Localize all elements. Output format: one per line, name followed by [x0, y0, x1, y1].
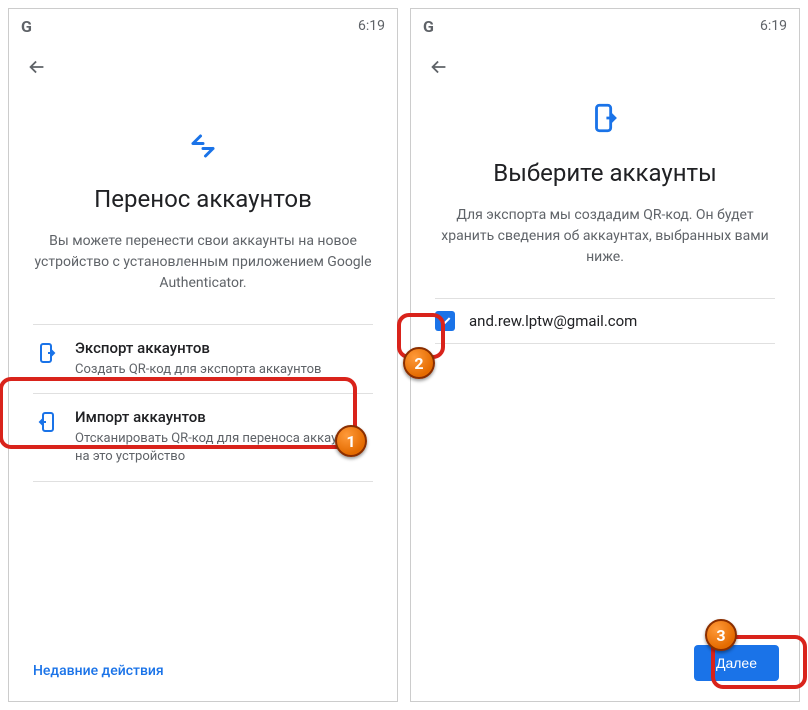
google-logo: G: [423, 17, 434, 36]
recent-activity-link[interactable]: Недавние действия: [33, 663, 164, 679]
statusbar: G 6:19: [411, 9, 799, 43]
export-hero-icon: [435, 101, 775, 135]
statusbar: G 6:19: [9, 9, 397, 43]
export-text: Экспорт аккаунтов Создать QR-код для экс…: [75, 339, 321, 379]
topbar: [9, 43, 397, 91]
topbar: [411, 43, 799, 91]
account-row[interactable]: and.rew.lptw@gmail.com: [435, 298, 775, 344]
page-subtitle: Для экспорта мы создадим QR-код. Он буде…: [435, 205, 775, 268]
back-button[interactable]: [419, 47, 459, 87]
import-text: Импорт аккаунтов Отсканировать QR-код дл…: [75, 408, 371, 466]
google-logo: G: [21, 17, 32, 36]
export-accounts-option[interactable]: Экспорт аккаунтов Создать QR-код для экс…: [33, 324, 373, 394]
phone-left: G 6:19 Перенос аккаунтов Вы можете перен…: [8, 8, 398, 702]
arrow-left-icon: [428, 56, 450, 78]
badge-2: 2: [403, 347, 435, 379]
arrow-left-icon: [26, 56, 48, 78]
import-desc: Отсканировать QR-код для переноса аккаун…: [75, 430, 371, 466]
import-icon: [35, 410, 59, 438]
import-accounts-option[interactable]: Импорт аккаунтов Отсканировать QR-код дл…: [33, 394, 373, 481]
account-checkbox[interactable]: [435, 311, 455, 331]
export-icon: [35, 341, 59, 369]
content-right: Выберите аккаунты Для экспорта мы создад…: [411, 91, 799, 701]
check-icon: [438, 314, 452, 328]
export-title: Экспорт аккаунтов: [75, 339, 321, 357]
page-subtitle: Вы можете перенести свои аккаунты на нов…: [33, 231, 373, 294]
status-time: 6:19: [358, 18, 385, 34]
page-title: Выберите аккаунты: [435, 159, 775, 187]
next-button[interactable]: Далее: [694, 645, 779, 681]
page-title: Перенос аккаунтов: [33, 185, 373, 213]
phone-right: G 6:19 Выберите аккаунты Для экспорта мы…: [410, 8, 800, 702]
content-left: Перенос аккаунтов Вы можете перенести св…: [9, 91, 397, 701]
import-title: Импорт аккаунтов: [75, 408, 371, 426]
transfer-icon: [33, 131, 373, 161]
back-button[interactable]: [17, 47, 57, 87]
status-time: 6:19: [760, 18, 787, 34]
account-email: and.rew.lptw@gmail.com: [469, 312, 637, 330]
export-desc: Создать QR-код для экспорта аккаунтов: [75, 361, 321, 379]
